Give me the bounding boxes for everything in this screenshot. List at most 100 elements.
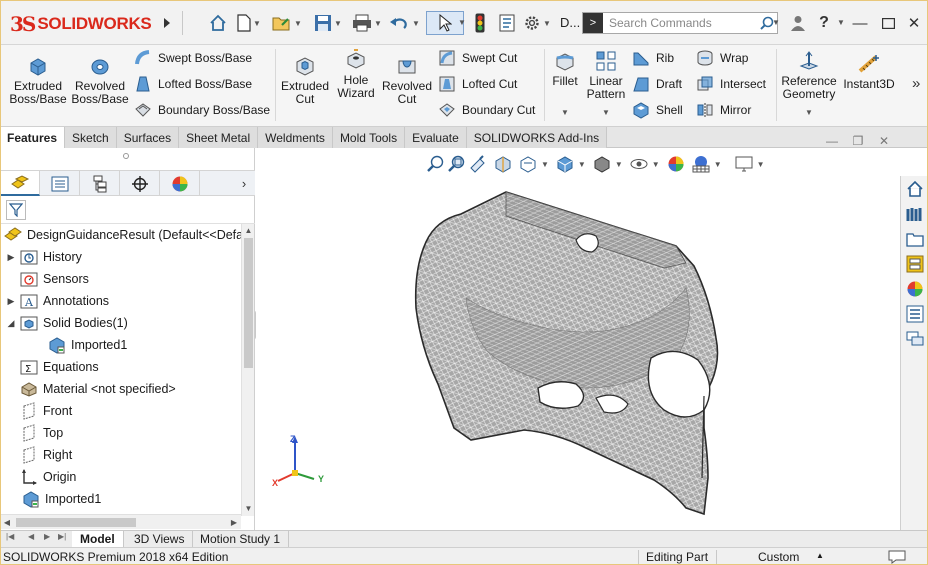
reference-geometry-button[interactable]: Reference Geometry xyxy=(780,50,838,101)
ribbon-overflow-icon[interactable]: » xyxy=(912,75,920,92)
tree-item-history[interactable]: ▶ History xyxy=(6,246,82,268)
file-properties-button[interactable] xyxy=(496,12,518,34)
tree-item-origin[interactable]: Origin xyxy=(20,466,76,488)
maximize-button[interactable] xyxy=(876,12,900,34)
expand-icon[interactable]: ▶ xyxy=(6,296,16,307)
select-caret[interactable]: ▼ xyxy=(458,18,466,27)
scroll-up-icon[interactable]: ▲ xyxy=(242,224,255,236)
reference-geometry-caret[interactable]: ▼ xyxy=(805,108,813,117)
configurationmanager-tab[interactable] xyxy=(80,171,120,196)
filter-button[interactable] xyxy=(6,200,26,220)
manager-tabs-more-icon[interactable]: › xyxy=(233,171,255,196)
tab-last-icon[interactable]: ▶| xyxy=(58,532,66,541)
minimize-button[interactable]: — xyxy=(848,12,872,34)
tree-item-top-plane[interactable]: Top xyxy=(20,422,63,444)
scroll-down-icon[interactable]: ▼ xyxy=(242,502,255,514)
solidworks-logo[interactable]: 3S SOLIDWORKS xyxy=(10,8,155,40)
scroll-right-icon[interactable]: ▶ xyxy=(227,515,241,530)
tab-evaluate[interactable]: Evaluate xyxy=(405,127,467,148)
tree-item-right-plane[interactable]: Right xyxy=(20,444,72,466)
file-explorer-tab[interactable] xyxy=(904,228,926,250)
scroll-thumb[interactable] xyxy=(244,238,253,368)
display-manager-tab[interactable] xyxy=(160,171,200,196)
tree-root-part[interactable]: DesignGuidanceResult (Default<<Default xyxy=(4,224,241,246)
tree-item-sensors[interactable]: Sensors xyxy=(6,268,89,290)
scroll-left-icon[interactable]: ◀ xyxy=(0,515,14,530)
tab-model[interactable]: Model xyxy=(72,531,124,547)
help-caret[interactable]: ▼ xyxy=(837,18,845,27)
hole-wizard-button[interactable]: Hole Wizard xyxy=(334,49,378,100)
mesh-model-render[interactable] xyxy=(256,148,900,530)
tree-item-material[interactable]: Material <not specified> xyxy=(6,378,176,400)
tab-next-icon[interactable]: ▶ xyxy=(44,532,50,541)
new-document-button[interactable]: ▼ xyxy=(234,12,264,34)
appearances-tab[interactable] xyxy=(904,278,926,300)
undo-button[interactable]: ▼ xyxy=(388,12,422,34)
design-library-tab[interactable] xyxy=(904,203,926,225)
revolved-boss-button[interactable]: Revolved Boss/Base xyxy=(70,55,130,106)
featuremanager-tab[interactable] xyxy=(0,171,40,196)
lofted-boss-button[interactable]: Lofted Boss/Base xyxy=(134,74,252,94)
tab-prev-icon[interactable]: ◀ xyxy=(28,532,34,541)
tree-item-imported-feature[interactable]: Imported1 xyxy=(22,488,101,510)
quick-tips-button[interactable] xyxy=(888,549,906,565)
graphics-area[interactable]: ▼ ▼ ▼ ▼ ▼ ▼ — ❐ ✕ Z X Y xyxy=(256,134,900,530)
view-palette-tab[interactable] xyxy=(904,253,926,275)
tab-first-icon[interactable]: |◀ xyxy=(6,532,14,541)
linear-pattern-button[interactable]: Linear Pattern xyxy=(584,50,628,101)
print-button[interactable]: ▼ xyxy=(350,12,384,34)
extruded-boss-button[interactable]: Extruded Boss/Base xyxy=(8,55,68,106)
tab-mold-tools[interactable]: Mold Tools xyxy=(332,127,406,148)
unit-system-selector[interactable]: Custom xyxy=(758,550,799,564)
tab-3d-views[interactable]: 3D Views xyxy=(126,531,194,547)
tree-horizontal-scrollbar[interactable]: ◀ ▶ xyxy=(0,514,241,529)
propertymanager-tab[interactable] xyxy=(40,171,80,196)
document-name-short[interactable]: D... xyxy=(560,15,580,30)
tab-motion-study[interactable]: Motion Study 1 xyxy=(192,531,290,547)
tree-vertical-scrollbar[interactable]: ▲ ▼ xyxy=(241,224,254,516)
home-button[interactable] xyxy=(207,12,229,34)
boundary-boss-button[interactable]: Boundary Boss/Base xyxy=(134,100,270,120)
intersect-button[interactable]: Intersect xyxy=(696,74,766,94)
tab-weldments[interactable]: Weldments xyxy=(258,127,333,148)
lofted-cut-button[interactable]: Lofted Cut xyxy=(438,74,517,94)
draft-button[interactable]: Draft xyxy=(632,74,682,94)
dimxpert-tab[interactable] xyxy=(120,171,160,196)
unit-system-caret[interactable]: ▲ xyxy=(816,551,824,560)
open-button[interactable]: ▼ xyxy=(272,12,302,34)
help-button[interactable]: ? xyxy=(812,12,836,34)
search-commands-box[interactable]: > Search Commands xyxy=(582,12,778,34)
user-account-button[interactable] xyxy=(786,12,810,34)
swept-cut-button[interactable]: Swept Cut xyxy=(438,48,517,68)
tree-item-annotations[interactable]: ▶ A Annotations xyxy=(6,290,110,312)
linear-pattern-caret[interactable]: ▼ xyxy=(602,108,610,117)
mirror-button[interactable]: Mirror xyxy=(696,100,751,120)
rebuild-button[interactable] xyxy=(470,12,490,34)
tab-sketch[interactable]: Sketch xyxy=(65,127,117,148)
tab-surfaces[interactable]: Surfaces xyxy=(116,127,180,148)
swept-boss-button[interactable]: Swept Boss/Base xyxy=(134,48,252,68)
expand-menu-button[interactable] xyxy=(160,12,174,34)
custom-properties-tab[interactable] xyxy=(904,303,926,325)
scroll-thumb[interactable] xyxy=(16,518,136,527)
options-button[interactable]: ▼ xyxy=(520,12,554,34)
solidworks-resources-tab[interactable] xyxy=(904,178,926,200)
extruded-cut-button[interactable]: Extruded Cut xyxy=(278,55,332,106)
wrap-button[interactable]: Wrap xyxy=(696,48,748,68)
search-input[interactable]: Search Commands xyxy=(603,16,757,30)
tree-item-solid-bodies[interactable]: ◢ Solid Bodies(1) xyxy=(6,312,128,334)
forum-tab[interactable] xyxy=(904,328,926,350)
viewport-minimize-button[interactable]: — xyxy=(822,133,842,149)
panel-grip-icon[interactable] xyxy=(123,153,129,159)
save-button[interactable]: ▼ xyxy=(311,12,345,34)
viewport-close-button[interactable]: ✕ xyxy=(874,133,894,149)
close-window-button[interactable]: ✕ xyxy=(902,12,926,34)
tree-item-front-plane[interactable]: Front xyxy=(20,400,72,422)
tree-item-equations[interactable]: Σ Equations xyxy=(6,356,99,378)
collapse-icon[interactable]: ◢ xyxy=(6,318,16,329)
tab-features[interactable]: Features xyxy=(0,127,66,148)
rib-button[interactable]: Rib xyxy=(632,48,674,68)
instant3d-button[interactable]: Instant3D xyxy=(840,53,898,91)
tree-item-imported-body[interactable]: Imported1 xyxy=(48,334,127,356)
tab-addins[interactable]: SOLIDWORKS Add-Ins xyxy=(466,127,608,148)
